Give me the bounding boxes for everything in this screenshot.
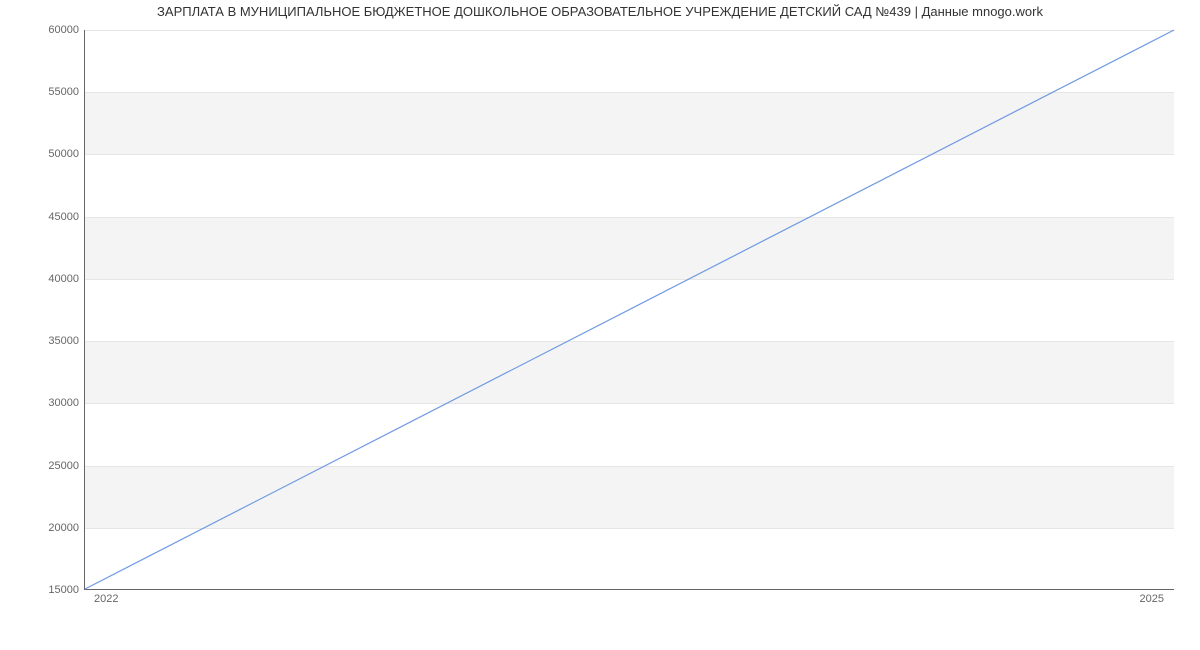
- chart-container: ЗАРПЛАТА В МУНИЦИПАЛЬНОЕ БЮДЖЕТНОЕ ДОШКО…: [0, 0, 1200, 650]
- y-tick-label: 50000: [48, 148, 79, 160]
- y-tick-label: 20000: [48, 522, 79, 534]
- x-axis-ticks: 2022 2025: [84, 593, 1174, 613]
- y-tick-label: 40000: [48, 273, 79, 285]
- plot-area: 1500020000250003000035000400004500050000…: [84, 30, 1174, 590]
- x-tick-end: 2025: [1140, 593, 1164, 605]
- y-tick-label: 30000: [48, 397, 79, 409]
- y-tick-label: 45000: [48, 211, 79, 223]
- y-tick-label: 60000: [48, 24, 79, 36]
- y-tick-label: 15000: [48, 584, 79, 596]
- y-tick-label: 25000: [48, 460, 79, 472]
- y-tick-label: 55000: [48, 86, 79, 98]
- x-tick-start: 2022: [94, 593, 118, 605]
- line-series: [85, 30, 1174, 589]
- chart-title: ЗАРПЛАТА В МУНИЦИПАЛЬНОЕ БЮДЖЕТНОЕ ДОШКО…: [0, 4, 1200, 19]
- y-tick-label: 35000: [48, 335, 79, 347]
